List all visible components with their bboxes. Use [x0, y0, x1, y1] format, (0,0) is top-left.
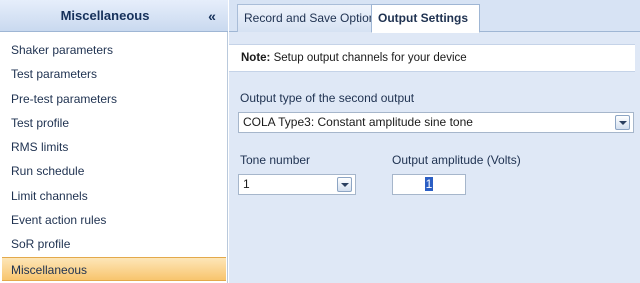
- output-type-value: COLA Type3: Constant amplitude sine tone: [243, 115, 473, 129]
- sidebar-item-event-action-rules[interactable]: Event action rules: [0, 208, 228, 232]
- output-type-select[interactable]: COLA Type3: Constant amplitude sine tone: [238, 112, 634, 133]
- sidebar-item-limit-channels[interactable]: Limit channels: [0, 184, 228, 208]
- tab-strip: Record and Save Options Output Settings: [229, 0, 640, 33]
- sidebar-nav: Shaker parameters Test parameters Pre-te…: [0, 38, 228, 281]
- chevron-down-icon[interactable]: [615, 115, 630, 130]
- sidebar: Miscellaneous « Shaker parameters Test p…: [0, 0, 228, 283]
- tone-number-value: 1: [243, 177, 250, 191]
- sidebar-item-shaker-parameters[interactable]: Shaker parameters: [0, 38, 228, 62]
- output-type-label: Output type of the second output: [240, 91, 415, 105]
- output-amplitude-label: Output amplitude (Volts): [392, 153, 521, 167]
- sidebar-title: Miscellaneous: [60, 8, 150, 23]
- sidebar-header: Miscellaneous «: [0, 0, 228, 32]
- collapse-icon[interactable]: «: [204, 8, 220, 24]
- sidebar-item-test-profile[interactable]: Test profile: [0, 111, 228, 135]
- tone-number-label: Tone number: [240, 153, 311, 167]
- output-amplitude-input[interactable]: 1: [392, 174, 466, 195]
- sidebar-item-rms-limits[interactable]: RMS limits: [0, 135, 228, 159]
- sidebar-item-run-schedule[interactable]: Run schedule: [0, 159, 228, 183]
- sidebar-item-test-parameters[interactable]: Test parameters: [0, 62, 228, 86]
- main-panel: Record and Save Options Output Settings …: [229, 0, 640, 283]
- note-bar: Note: Setup output channels for your dev…: [229, 44, 635, 72]
- chevron-down-icon[interactable]: [337, 177, 352, 192]
- sidebar-item-pre-test-parameters[interactable]: Pre-test parameters: [0, 87, 228, 111]
- sidebar-item-miscellaneous[interactable]: Miscellaneous: [2, 256, 226, 281]
- output-amplitude-value: 1: [424, 177, 434, 191]
- note-prefix: Note:: [241, 52, 271, 64]
- tab-output-settings[interactable]: Output Settings: [371, 4, 480, 33]
- sidebar-item-sor-profile[interactable]: SoR profile: [0, 232, 228, 256]
- tab-record-and-save-options[interactable]: Record and Save Options: [237, 4, 381, 32]
- tone-number-select[interactable]: 1: [238, 174, 356, 195]
- note-text: Setup output channels for your device: [270, 52, 467, 64]
